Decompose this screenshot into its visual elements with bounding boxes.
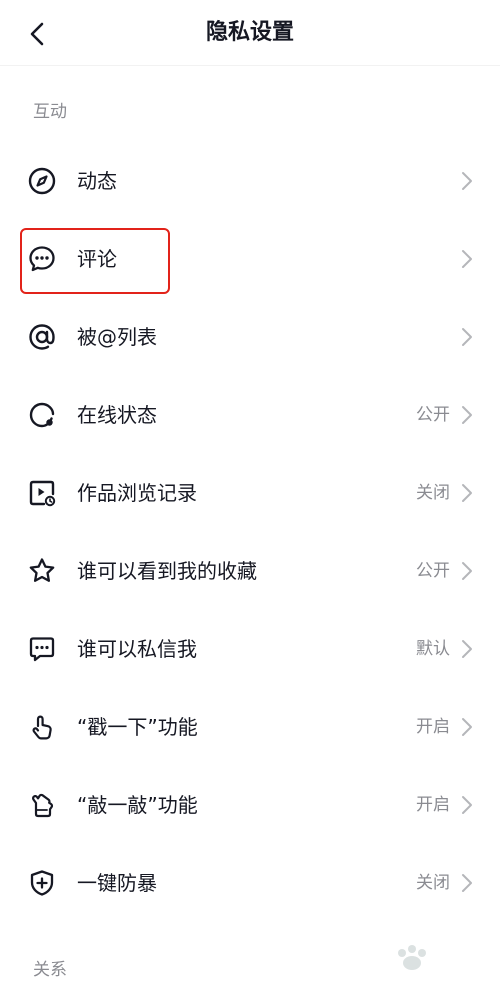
setting-label: 被@列表 (77, 325, 157, 349)
setting-label: “戳一下”功能 (77, 715, 198, 739)
chevron-right-icon (462, 406, 472, 424)
setting-value: 默认 (416, 639, 450, 659)
setting-row-direct-messages[interactable]: 谁可以私信我 默认 (0, 614, 500, 684)
setting-value: 开启 (416, 795, 450, 815)
chevron-right-icon (462, 874, 472, 892)
setting-label: 动态 (77, 169, 117, 193)
chevron-right-icon (462, 796, 472, 814)
setting-value: 公开 (416, 405, 450, 425)
setting-value: 关闭 (416, 873, 450, 893)
chevron-right-icon (462, 640, 472, 658)
message-icon (29, 637, 55, 662)
online-status-icon (29, 402, 55, 428)
section-title-interaction: 互动 (33, 102, 67, 122)
shield-plus-icon (30, 870, 54, 896)
at-icon (29, 324, 55, 350)
finger-tap-icon (32, 715, 52, 740)
setting-value: 公开 (416, 561, 450, 581)
setting-value: 开启 (416, 717, 450, 737)
setting-label: “敲一敲”功能 (77, 793, 198, 817)
setting-label: 一键防暴 (77, 871, 157, 895)
compass-icon (28, 167, 56, 195)
chevron-right-icon (462, 172, 472, 190)
highlight-box (20, 228, 170, 294)
page-title: 隐私设置 (205, 20, 294, 45)
setting-row-moments[interactable]: 动态 (0, 146, 500, 216)
top-bar: 隐私设置 (0, 0, 500, 66)
knock-hand-icon (31, 793, 54, 818)
setting-value: 关闭 (416, 483, 450, 503)
setting-label: 在线状态 (77, 403, 157, 427)
setting-label: 作品浏览记录 (77, 481, 197, 505)
setting-label: 谁可以私信我 (77, 637, 197, 661)
chevron-right-icon (462, 562, 472, 580)
video-history-icon (29, 480, 56, 507)
setting-label: 谁可以看到我的收藏 (77, 559, 257, 583)
chevron-right-icon (462, 250, 472, 268)
setting-row-mentions[interactable]: 被@列表 (0, 302, 500, 372)
section-title-relations: 关系 (33, 960, 67, 980)
setting-row-knock[interactable]: “敲一敲”功能 开启 (0, 770, 500, 840)
setting-row-poke[interactable]: “戳一下”功能 开启 (0, 692, 500, 762)
chevron-right-icon (462, 484, 472, 502)
setting-row-anti-harassment[interactable]: 一键防暴 关闭 (0, 848, 500, 918)
chevron-right-icon (462, 328, 472, 346)
chevron-right-icon (462, 718, 472, 736)
setting-row-online-status[interactable]: 在线状态 公开 (0, 380, 500, 450)
watermark-logo (398, 945, 426, 970)
star-icon (29, 558, 55, 582)
setting-row-favorites-visibility[interactable]: 谁可以看到我的收藏 公开 (0, 536, 500, 606)
setting-row-view-history[interactable]: 作品浏览记录 关闭 (0, 458, 500, 528)
